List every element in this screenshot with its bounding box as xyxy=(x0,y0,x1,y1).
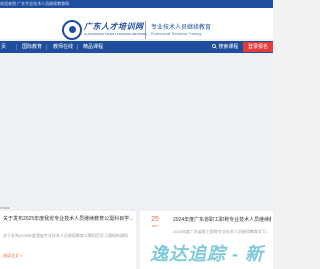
header-divider xyxy=(145,21,146,39)
news-date-day: 25 xyxy=(151,216,159,223)
news-description: 2024年度广东省职工职称专业技术人员继续教育学习... xyxy=(173,229,270,234)
watermark-text: 逸达追踪 - 新 xyxy=(150,244,264,264)
main-nav: 页 国际教育 教师在线 精品课程 搜索课程 登录报名 xyxy=(0,41,273,53)
site-header: 广东人才培训网 GUANGDONG TALENT TRAINING NETWOR… xyxy=(0,8,273,41)
search-label: 搜索课程 xyxy=(218,44,239,50)
nav-separator xyxy=(16,44,17,50)
top-bar: 欢迎来到 广东专业技术人员继续教育网 xyxy=(0,0,273,8)
top-bar-text: 欢迎来到 广东专业技术人员继续教育网 xyxy=(0,1,70,6)
search-icon xyxy=(212,43,217,49)
register-button[interactable]: 登录报名 xyxy=(243,42,273,52)
news-title[interactable]: 2024年度广东省职工职称专业技术人员继续教育学... xyxy=(173,216,271,223)
banner-area xyxy=(0,53,273,223)
news-title[interactable]: 关于发布2025年度我省专业技术人员继续教育公需科目学... xyxy=(3,215,133,222)
nav-item-courses[interactable]: 精品课程 xyxy=(83,43,103,51)
read-more-link[interactable]: 阅读全文 » xyxy=(3,253,22,259)
logo-subtext: GUANGDONG TALENT TRAINING NETWORK xyxy=(84,32,148,36)
news-date: 25 NOV xyxy=(148,216,162,228)
nav-item-home[interactable]: 页 xyxy=(1,43,6,51)
news-card[interactable]: 关于发布2025年度我省专业技术人员继续教育公需科目学... 关于发布2025年… xyxy=(0,211,136,269)
news-date-month: NOV xyxy=(151,224,159,228)
news-description: 关于发布2025年度我省专业技术人员继续教育公需科目学习通知的通知 xyxy=(3,233,128,238)
nav-separator xyxy=(46,44,47,50)
nav-search[interactable]: 搜索课程 xyxy=(212,43,238,51)
logo-text: 广东人才培训网 xyxy=(84,21,144,31)
logo-emblem-icon xyxy=(62,20,82,40)
site-logo[interactable]: 广东人才培训网 GUANGDONG TALENT TRAINING NETWOR… xyxy=(62,19,148,41)
nav-item-international[interactable]: 国际教育 xyxy=(22,43,42,51)
section-title: rmics xyxy=(0,205,10,210)
nav-item-teachers[interactable]: 教师在线 xyxy=(53,43,73,51)
header-slogan: 专业技术人员继续教育 xyxy=(151,25,212,31)
header-slogan-en: Professional Technician Training xyxy=(151,32,202,36)
nav-separator xyxy=(77,44,78,50)
